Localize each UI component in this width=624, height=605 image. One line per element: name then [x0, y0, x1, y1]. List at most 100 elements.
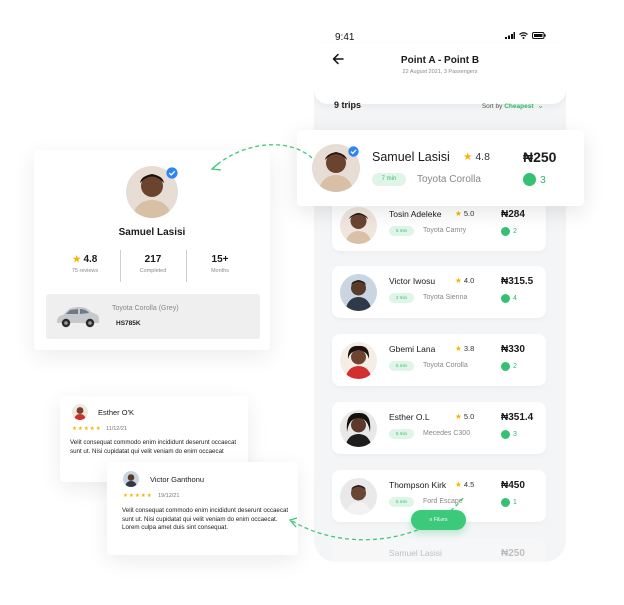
trip-card[interactable]: Tosin Adeleke ★ 5.0 5 min Toyota Camry ₦… [332, 199, 546, 251]
car-model: Ford Escape [423, 498, 463, 505]
review-date: 19/12/21 [158, 493, 180, 499]
wifi-icon [519, 32, 528, 39]
route-title: Point A - Point B [400, 55, 480, 66]
driver-rating: ★ 5.0 [455, 209, 475, 218]
review-stars: ★★★★★ [72, 426, 102, 432]
driver-name: Tosin Adeleke [389, 209, 442, 219]
star-icon: ★ [72, 254, 81, 264]
seat-icon [501, 362, 510, 371]
seat-icon [501, 430, 510, 439]
stat-rating: ★ 4.8 75 reviews [71, 254, 99, 274]
star-icon: ★ [455, 209, 462, 218]
driver-name: Samuel Lasisi [389, 548, 442, 558]
driver-rating: ★ 4.0 [455, 276, 475, 285]
stat-completed: 217 Completed [139, 254, 167, 274]
plate-number: HS785K [116, 320, 141, 327]
driver-avatar [340, 342, 377, 379]
trip-price: ₦330 [501, 344, 525, 355]
verified-badge-icon [166, 166, 178, 184]
car-model: Toyota Corolla [417, 174, 481, 185]
driver-rating: ★ 4.5 [455, 480, 475, 489]
divider [186, 250, 187, 282]
review-text: Velit consequat commodo enim incididunt … [70, 439, 237, 455]
reviewer-avatar [123, 471, 139, 487]
sort-value: Cheapest [504, 103, 534, 110]
seats-available: 3 [523, 173, 546, 186]
seats-available: 1 [501, 498, 517, 507]
car-model: Toyota Sienna [423, 294, 468, 301]
trip-price: ₦450 [501, 480, 525, 491]
driver-name: Thompson Kirk [389, 480, 447, 490]
trip-price: ₦284 [501, 209, 525, 220]
trip-card[interactable]: Samuel Lasisi ₦250 [332, 538, 546, 562]
car-model: Toyota Corolla [423, 362, 468, 369]
seats-available: 4 [501, 294, 517, 303]
star-icon: ★ [463, 151, 473, 163]
filters-button[interactable]: ≡ Filters [411, 510, 466, 530]
eta-pill: 2 min [389, 293, 414, 303]
star-icon: ★ [455, 480, 462, 489]
driver-rating: ★ 3.8 [455, 344, 475, 353]
reviewer-name: Esther O'K [98, 408, 135, 417]
trips-count: 9 trips [334, 100, 362, 110]
eta-pill: 7 min [372, 173, 406, 186]
trip-price: ₦351.4 [501, 412, 534, 423]
trip-price: ₦250 [501, 548, 525, 559]
review-stars: ★★★★★ [123, 493, 153, 499]
seats-available: 2 [501, 362, 517, 371]
chevron-down-icon: ⌄ [537, 101, 544, 110]
seat-icon [523, 173, 536, 186]
seats-available: 2 [501, 227, 517, 236]
phone-screen: 9:41 Point A - Point B 22 August 2021, 3… [314, 22, 566, 562]
driver-name: Gbemi Lana [389, 344, 436, 354]
profile-name: Samuel Lasisi [118, 227, 186, 238]
eta-pill: 5 min [389, 497, 414, 507]
eta-pill: 5 min [389, 361, 414, 371]
driver-avatar [340, 410, 377, 447]
trip-card[interactable]: Victor Iwosu ★ 4.0 2 min Toyota Sienna ₦… [332, 266, 546, 318]
driver-name: Victor Iwosu [389, 276, 436, 286]
driver-name: Esther O.L [389, 412, 430, 422]
review-date: 11/12/21 [106, 426, 128, 432]
trip-price: ₦250 [523, 149, 557, 165]
driver-rating: ★ 5.0 [455, 412, 475, 421]
seat-icon [501, 227, 510, 236]
reviewer-name: Victor Ganthonu [150, 475, 205, 484]
review-card: Victor Ganthonu ★★★★★ 19/12/21 Velit con… [107, 462, 298, 555]
driver-avatar [340, 274, 377, 311]
stat-months: 15+ Months [210, 254, 230, 274]
trip-card[interactable]: Esther O.L ★ 5.0 5 min Mecedes C300 ₦351… [332, 402, 546, 454]
seat-icon [501, 498, 510, 507]
status-time: 9:41 [335, 32, 355, 43]
vehicle-name: Toyota Corolla (Grey) [112, 305, 179, 312]
star-icon: ★ [455, 412, 462, 421]
vehicle-info: Toyota Corolla (Grey) HS785K [46, 294, 260, 339]
filter-icon: ≡ [429, 517, 433, 523]
car-model: Toyota Camry [423, 227, 467, 234]
trip-card[interactable]: Gbemi Lana ★ 3.8 5 min Toyota Corolla ₦3… [332, 334, 546, 386]
driver-profile-card: Samuel Lasisi ★ 4.8 75 reviews 217 Compl… [34, 150, 270, 350]
car-model: Mecedes C300 [423, 430, 471, 437]
signal-icon [505, 32, 515, 39]
eta-pill: 5 min [389, 429, 414, 439]
star-icon: ★ [455, 344, 462, 353]
star-icon: ★ [455, 276, 462, 285]
reviewer-avatar [72, 404, 88, 420]
car-icon [54, 302, 100, 335]
driver-avatar [340, 207, 377, 244]
driver-name: Samuel Lasisi [372, 150, 450, 164]
route-subtitle: 22 August 2021, 3 Passengers [402, 69, 478, 75]
review-text: Velit consequat commodo enim incididunt … [122, 507, 289, 532]
system-icons [505, 32, 546, 39]
seat-icon [501, 294, 510, 303]
battery-icon [532, 32, 546, 39]
selected-trip-card[interactable]: Samuel Lasisi ★ 4.8 7 min Toyota Corolla… [297, 130, 584, 206]
seats-available: 3 [501, 430, 517, 439]
eta-pill: 5 min [389, 226, 414, 236]
trip-price: ₦315.5 [501, 276, 534, 287]
driver-avatar [340, 478, 377, 515]
sort-dropdown[interactable]: Sort by Cheapest ⌄ [482, 101, 544, 110]
divider [120, 250, 121, 282]
verified-badge-icon [348, 144, 359, 162]
driver-rating: ★ 4.8 [463, 151, 490, 163]
